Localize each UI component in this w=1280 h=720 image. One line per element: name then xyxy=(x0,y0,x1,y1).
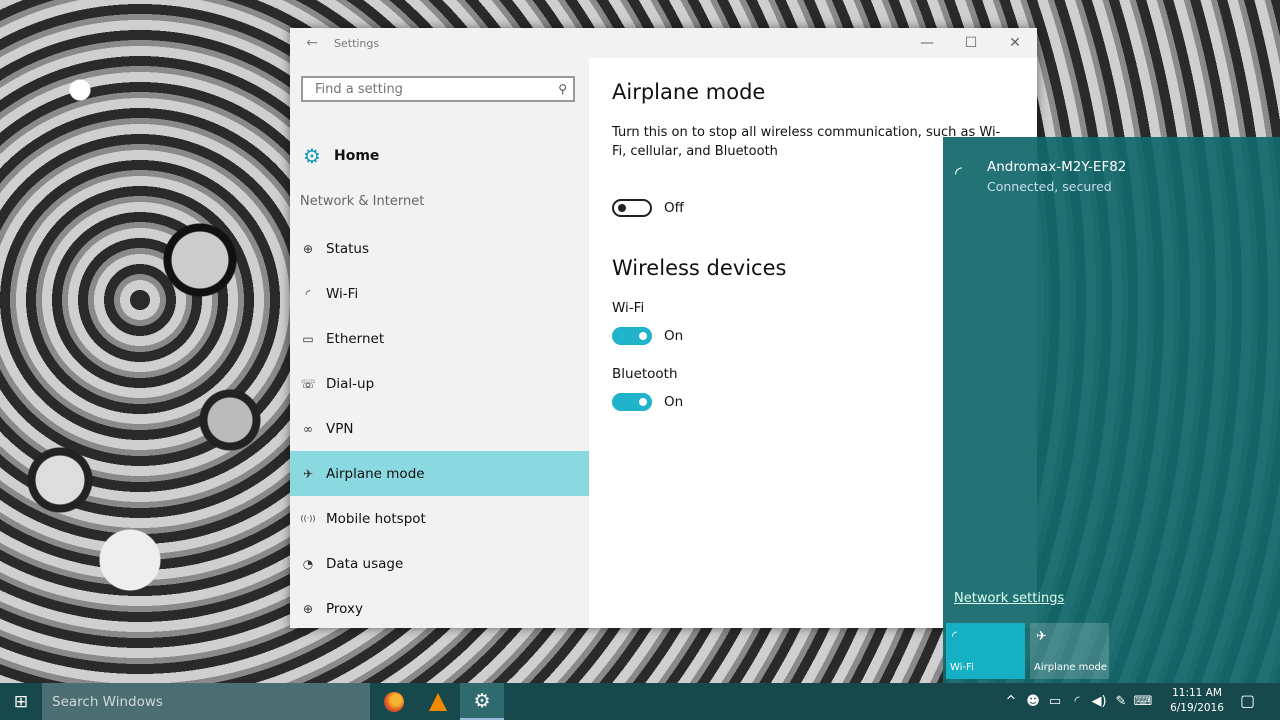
sidebar-item-label: Airplane mode xyxy=(326,465,425,482)
sidebar-item-data-usage[interactable]: ◔ Data usage xyxy=(290,541,589,586)
bluetooth-toggle[interactable] xyxy=(612,393,652,411)
wifi-tray-icon[interactable]: ◜ xyxy=(1066,694,1088,709)
sidebar-item-ethernet[interactable]: ▭ Ethernet xyxy=(290,316,589,361)
airplane-mode-toggle-row: Off xyxy=(612,199,684,217)
sidebar-item-mobile-hotspot[interactable]: ((·)) Mobile hotspot xyxy=(290,496,589,541)
chevron-up-icon[interactable]: ^ xyxy=(1000,694,1022,709)
wifi-quick-tile[interactable]: ◜ Wi-Fi xyxy=(946,623,1025,679)
maximize-button[interactable]: ☐ xyxy=(949,35,993,51)
sidebar-item-dialup[interactable]: ☏ Dial-up xyxy=(290,361,589,406)
search-icon[interactable]: ⚲ xyxy=(558,82,567,96)
battery-icon[interactable]: ▭ xyxy=(1044,694,1066,709)
wifi-icon: ◜ xyxy=(305,286,311,301)
taskbar-search-placeholder: Search Windows xyxy=(52,693,163,710)
network-status: Connected, secured xyxy=(987,179,1112,194)
bluetooth-state: On xyxy=(664,394,684,410)
ethernet-icon: ▭ xyxy=(302,331,314,346)
sidebar-item-label: Mobile hotspot xyxy=(326,510,426,527)
sidebar-item-label: VPN xyxy=(326,420,354,437)
status-icon: ⊕ xyxy=(302,241,314,256)
section-title: Wireless devices xyxy=(612,256,787,280)
page-title: Airplane mode xyxy=(612,80,766,104)
home-label: Home xyxy=(334,148,380,164)
vpn-icon: ∞ xyxy=(303,421,313,436)
wifi-toggle-row: On xyxy=(612,327,683,345)
settings-window: ← Settings — ☐ ✕ ⚲ ⚙ Home Network & Inte… xyxy=(290,28,1037,628)
taskbar-search-box[interactable]: Search Windows xyxy=(42,683,370,720)
gear-icon: ⚙ xyxy=(303,144,321,168)
pen-icon[interactable]: ✎ xyxy=(1110,694,1132,709)
sidebar-item-wifi[interactable]: ◜ Wi-Fi xyxy=(290,271,589,316)
airplane-icon: ✈ xyxy=(1036,629,1047,644)
sidebar-item-label: Proxy xyxy=(326,600,363,617)
sidebar-item-label: Data usage xyxy=(326,555,404,572)
taskbar-app-settings[interactable]: ⚙ xyxy=(460,683,504,720)
taskbar: ⊞ Search Windows ⚙ ^ ☻ ▭ ◜ ◀) ✎ ⌨ 11:11 … xyxy=(0,683,1280,720)
dialup-icon: ☏ xyxy=(300,376,316,391)
sidebar-item-status[interactable]: ⊕ Status xyxy=(290,226,589,271)
bluetooth-toggle-row: On xyxy=(612,393,683,411)
tile-label: Airplane mode xyxy=(1034,662,1108,673)
home-link[interactable]: ⚙ Home xyxy=(300,144,379,168)
sidebar-item-label: Wi-Fi xyxy=(326,285,359,302)
vlc-icon xyxy=(429,692,447,711)
start-button[interactable]: ⊞ xyxy=(0,683,42,720)
wifi-state: On xyxy=(664,328,684,344)
wifi-toggle[interactable] xyxy=(612,327,652,345)
windows-logo-icon: ⊞ xyxy=(13,691,29,712)
back-arrow-icon[interactable]: ← xyxy=(290,35,334,51)
search-box[interactable]: ⚲ xyxy=(301,76,575,102)
sidebar-item-label: Dial-up xyxy=(326,375,375,392)
wifi-signal-icon: ◜ xyxy=(955,163,962,184)
clock[interactable]: 11:11 AM 6/19/2016 xyxy=(1164,686,1230,716)
tile-label: Wi-Fi xyxy=(950,662,974,673)
minimize-button[interactable]: — xyxy=(905,35,949,51)
window-title: Settings xyxy=(334,36,380,50)
airplane-mode-quick-tile[interactable]: ✈ Airplane mode xyxy=(1030,623,1109,679)
clock-time: 11:11 AM xyxy=(1172,687,1222,699)
sidebar-item-proxy[interactable]: ⊕ Proxy xyxy=(290,586,589,631)
wifi-icon: ◜ xyxy=(952,629,958,644)
group-label: Network & Internet xyxy=(300,194,425,209)
sidebar-item-label: Status xyxy=(326,240,370,257)
airplane-icon: ✈ xyxy=(302,466,314,481)
action-center-icon[interactable]: ▢ xyxy=(1240,691,1255,710)
hotspot-icon: ((·)) xyxy=(300,514,316,523)
clock-date: 6/19/2016 xyxy=(1170,702,1224,714)
gear-icon: ⚙ xyxy=(473,689,491,712)
network-settings-link[interactable]: Network settings xyxy=(954,591,1064,606)
taskbar-app-vlc[interactable] xyxy=(416,683,460,720)
keyboard-icon[interactable]: ⌨ xyxy=(1132,694,1154,709)
system-tray: ^ ☻ ▭ ◜ ◀) ✎ ⌨ xyxy=(1000,683,1154,720)
data-usage-icon: ◔ xyxy=(302,556,314,571)
airplane-mode-toggle[interactable] xyxy=(612,199,652,217)
taskbar-app-firefox[interactable] xyxy=(372,683,416,720)
close-button[interactable]: ✕ xyxy=(993,35,1037,51)
firefox-icon xyxy=(384,691,404,712)
bluetooth-label: Bluetooth xyxy=(612,366,678,382)
globe-icon: ⊕ xyxy=(302,601,314,616)
network-name[interactable]: Andromax-M2Y-EF82 xyxy=(987,159,1126,175)
search-input[interactable] xyxy=(313,80,559,98)
network-flyout: ◜ Andromax-M2Y-EF82 Connected, secured N… xyxy=(943,137,1280,683)
app-tray-icon[interactable]: ☻ xyxy=(1022,694,1044,709)
volume-icon[interactable]: ◀) xyxy=(1088,694,1110,709)
sidebar: ⚲ ⚙ Home Network & Internet ⊕ Status ◜ W… xyxy=(290,58,589,628)
wifi-label: Wi-Fi xyxy=(612,300,645,316)
sidebar-item-label: Ethernet xyxy=(326,330,385,347)
sidebar-item-airplane-mode[interactable]: ✈ Airplane mode xyxy=(290,451,589,496)
sidebar-item-vpn[interactable]: ∞ VPN xyxy=(290,406,589,451)
title-bar: ← Settings — ☐ ✕ xyxy=(290,28,1037,58)
airplane-mode-state: Off xyxy=(664,200,684,216)
nav-list: ⊕ Status ◜ Wi-Fi ▭ Ethernet ☏ Dial-up ∞ … xyxy=(290,226,589,631)
